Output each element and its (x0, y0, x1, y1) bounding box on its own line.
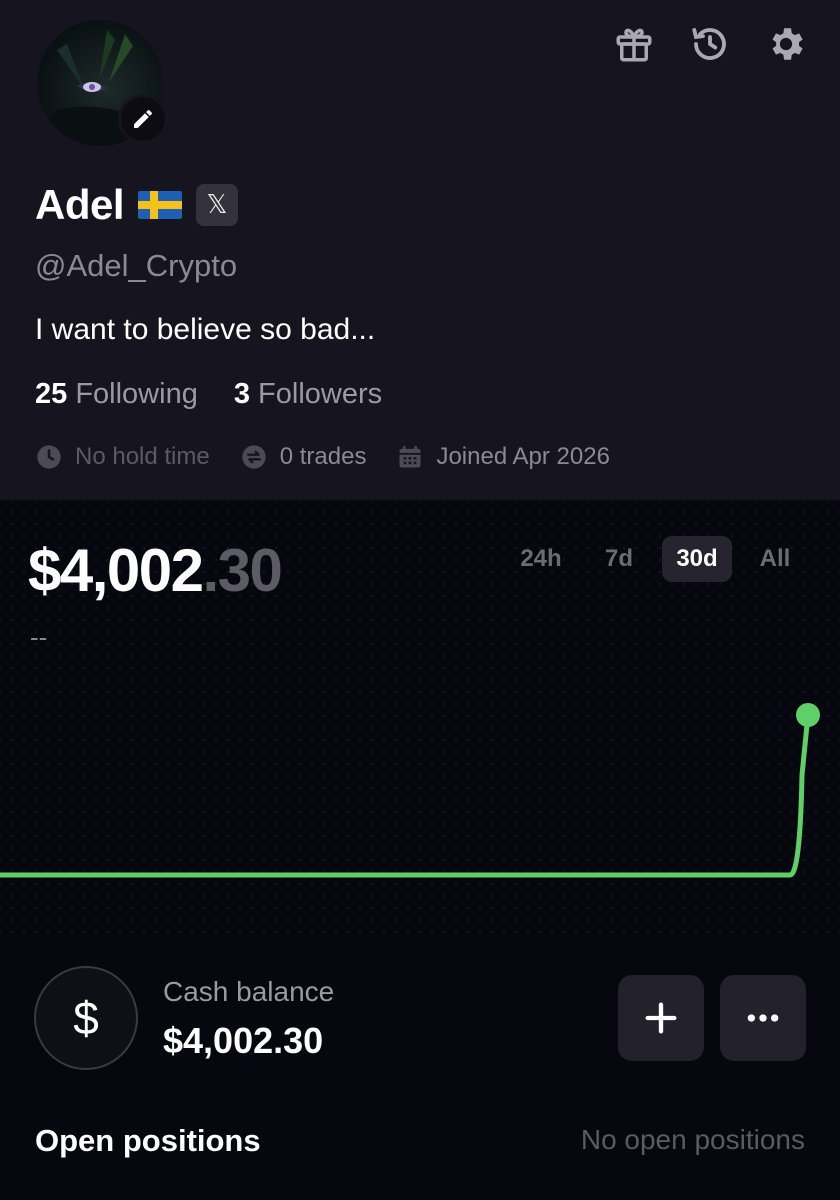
user-bio: I want to believe so bad... (35, 313, 376, 346)
edit-avatar-button[interactable] (118, 94, 168, 144)
gift-icon (616, 28, 652, 62)
portfolio-value: $4,002.30 (28, 536, 283, 605)
display-name: Adel (35, 181, 125, 228)
range-tab-24h[interactable]: 24h (506, 536, 576, 582)
follow-stats: 25 Following 3 Followers (35, 378, 382, 411)
range-tab-all[interactable]: All (740, 536, 810, 582)
followers-label: Followers (258, 378, 383, 410)
sweden-flag-icon (138, 191, 183, 219)
following-link[interactable]: 25 Following (35, 378, 198, 411)
cash-balance-label: Cash balance (163, 976, 335, 1007)
range-selector: 24h 7d 30d All (506, 536, 810, 582)
profile-meta: No hold time 0 trades Joined Apr 2026 (35, 443, 610, 471)
followers-link[interactable]: 3 Followers (234, 378, 382, 411)
name-row: Adel 𝕏 (35, 180, 239, 230)
following-label: Following (75, 378, 198, 410)
portfolio-value-cents: .30 (202, 537, 283, 604)
trades-stat: 0 trades (240, 443, 367, 471)
hold-time-stat: No hold time (35, 443, 210, 471)
history-icon (692, 28, 726, 60)
portfolio-change: -- (30, 622, 48, 652)
portfolio-value-main: $4,002 (28, 537, 204, 604)
history-button[interactable] (686, 20, 734, 68)
more-horizontal-icon (747, 1014, 779, 1022)
user-handle: @Adel_Crypto (35, 248, 238, 283)
followers-count: 3 (233, 378, 250, 410)
x-social-link[interactable]: 𝕏 (196, 184, 239, 226)
gift-button[interactable] (610, 20, 658, 68)
latest-value-point (796, 703, 820, 727)
swap-icon (242, 445, 266, 469)
following-count: 25 (35, 378, 68, 410)
range-tab-30d[interactable]: 30d (662, 536, 732, 582)
range-tab-7d[interactable]: 7d (584, 536, 654, 582)
add-cash-button[interactable] (618, 975, 704, 1061)
joined-text: Joined Apr 2026 (436, 443, 610, 470)
portfolio-line-chart (0, 703, 820, 878)
trades-text: 0 trades (279, 443, 367, 470)
portfolio-line (0, 714, 811, 878)
hold-time-text: No hold time (75, 443, 210, 470)
open-positions-title: Open positions (35, 1123, 261, 1158)
profile-header: Adel 𝕏 @Adel_Crypto I want to believe so… (0, 0, 840, 500)
clock-icon (37, 445, 61, 469)
joined-stat: Joined Apr 2026 (396, 443, 610, 471)
cash-dollar-icon: $ (34, 966, 138, 1070)
gear-icon (772, 28, 803, 60)
settings-button[interactable] (762, 20, 810, 68)
pencil-icon (134, 109, 152, 128)
plus-icon (645, 1002, 677, 1034)
cash-balance-value: $4,002.30 (163, 1020, 324, 1061)
calendar-icon (399, 445, 421, 468)
more-options-button[interactable] (720, 975, 806, 1061)
header-actions (610, 20, 810, 68)
open-positions-empty: No open positions (580, 1124, 805, 1155)
